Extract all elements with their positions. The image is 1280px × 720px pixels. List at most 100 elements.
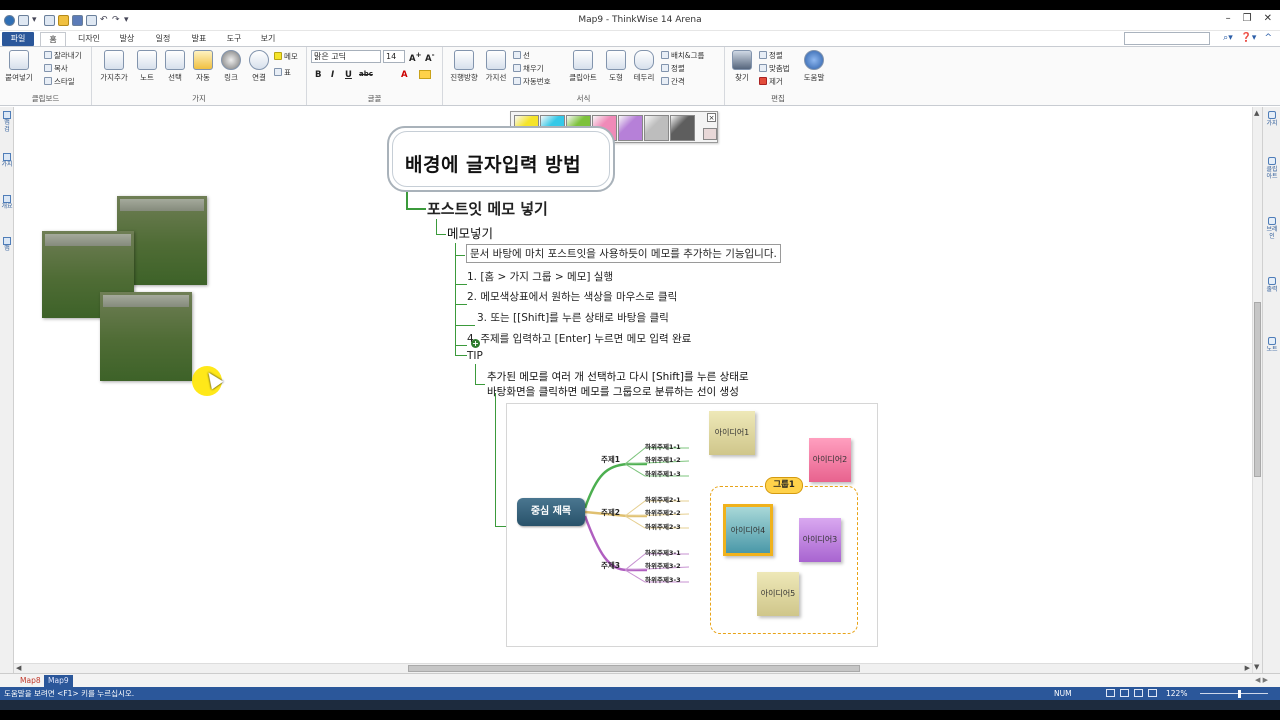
color-swatch-dark[interactable]	[670, 115, 695, 141]
expand-plus-icon[interactable]: +	[471, 339, 480, 348]
auto-number-button[interactable]: 자동번호	[513, 76, 551, 88]
grow-font-icon[interactable]: A+	[409, 50, 422, 64]
palette-close-button[interactable]: ×	[707, 113, 716, 122]
help-button[interactable]: 도움말	[799, 50, 829, 83]
subtopic-step1[interactable]: 1. [홈 > 가지 그룹 > 메모] 실행	[467, 269, 613, 284]
restore-icon[interactable]: ❐	[1243, 13, 1252, 24]
spelling-button[interactable]: 맞춤법	[759, 63, 790, 75]
highlight-icon[interactable]	[419, 70, 431, 79]
select-button[interactable]: 선택	[160, 50, 190, 83]
right-panel-item-output[interactable]: 출력	[1266, 277, 1278, 293]
subtopic-step4[interactable]: 4. 주제를 입력하고 [Enter] 누르면 메모 입력 완료	[467, 331, 691, 346]
table-button[interactable]: 표	[274, 67, 291, 79]
note-button[interactable]: 노트	[132, 50, 162, 83]
tip-text-line1[interactable]: 추가된 메모를 여러 개 선택하고 다시 [Shift]를 누른 상태로	[487, 369, 749, 384]
remove-button[interactable]: 제거	[759, 76, 783, 88]
topic-add-memo[interactable]: 메모넣기	[447, 223, 493, 242]
tab-view[interactable]: 보기	[254, 32, 282, 46]
subtopic-step3[interactable]: 3. 또는 [[Shift]를 누른 상태로 바탕을 클릭	[477, 310, 669, 325]
memo-button[interactable]: 메모	[274, 51, 298, 63]
tab-ideation[interactable]: 발상	[112, 32, 142, 46]
zoom-slider[interactable]	[1200, 693, 1268, 694]
scroll-right-arrow-icon[interactable]: ▶	[1245, 664, 1250, 672]
close-icon[interactable]: ✕	[1264, 13, 1272, 24]
font-color-button[interactable]: A	[401, 70, 408, 80]
root-topic[interactable]: 배경에 글자입력 방법	[387, 126, 615, 192]
normal-view-icon[interactable]	[1120, 689, 1129, 697]
search-icon[interactable]: ⌕▾	[1223, 33, 1233, 43]
scroll-down-arrow-icon[interactable]: ▼	[1254, 663, 1259, 671]
copy-button[interactable]: 복사	[44, 63, 68, 75]
left-panel-item-map[interactable]: 맵 검	[1, 111, 13, 133]
scroll-up-arrow-icon[interactable]: ▲	[1254, 109, 1259, 117]
ribbon-search-input[interactable]	[1124, 32, 1210, 45]
underline-button[interactable]: U	[345, 70, 352, 80]
mindmap-canvas[interactable]: × 배경에 글자입력 방법 포스트잇 메모 넣기 메모넣기 문서 바탕에 마치 …	[14, 107, 1252, 667]
horizontal-scrollbar[interactable]: ◀ ▶	[14, 663, 1252, 673]
color-swatch-gray[interactable]	[644, 115, 669, 141]
spacing-button[interactable]: 간격	[661, 76, 685, 88]
add-branch-button[interactable]: 가지추가	[96, 50, 132, 83]
vertical-scroll-thumb[interactable]	[1254, 302, 1261, 477]
ribbon-collapse-icon[interactable]: ^	[1264, 33, 1272, 43]
outline-view-icon[interactable]	[1134, 689, 1143, 697]
vertical-scrollbar[interactable]: ▲ ▼	[1252, 107, 1262, 673]
tab-design[interactable]: 디자인	[72, 32, 106, 46]
line-button[interactable]: 선	[513, 50, 530, 62]
tab-presentation[interactable]: 발표	[184, 32, 214, 46]
border-button[interactable]: 테두리	[629, 50, 659, 83]
zoom-slider-thumb[interactable]	[1238, 690, 1241, 698]
shrink-font-icon[interactable]: A-	[425, 50, 435, 64]
direction-button[interactable]: 진행방향	[447, 50, 481, 83]
style-button[interactable]: 스타일	[44, 76, 75, 88]
scroll-left-arrow-icon[interactable]: ◀	[16, 664, 21, 672]
sheet-tab-map8[interactable]: Map8	[16, 675, 45, 687]
right-panel-item-clipart[interactable]: 클립아트	[1266, 157, 1278, 180]
find-button[interactable]: 찾기	[727, 50, 757, 83]
connect-button[interactable]: 연결	[244, 50, 274, 83]
palette-settings-icon[interactable]	[703, 128, 717, 140]
help-icon[interactable]: ❓▾	[1241, 33, 1257, 43]
tab-file[interactable]: 파일	[2, 32, 34, 46]
bold-button[interactable]: B	[315, 70, 321, 80]
font-name-combo[interactable]: 맑은 고딕	[311, 50, 381, 63]
topic-postit-memo[interactable]: 포스트잇 메모 넣기	[427, 198, 548, 219]
auto-button[interactable]: 자동	[188, 50, 218, 83]
presentation-view-icon[interactable]	[1148, 689, 1157, 697]
cut-button[interactable]: 잘라내기	[44, 50, 82, 62]
minimize-icon[interactable]: –	[1226, 13, 1231, 24]
subtopic-description[interactable]: 문서 바탕에 마치 포스트잇을 사용하듯이 메모를 추가하는 기능입니다.	[466, 244, 781, 263]
clipart-button[interactable]: 클립아트	[565, 50, 601, 83]
postit-note[interactable]	[100, 292, 192, 381]
align-button[interactable]: 정렬	[661, 63, 685, 75]
paste-button[interactable]: 붙여넣기	[4, 50, 34, 83]
sheet-tab-map9[interactable]: Map9	[44, 675, 73, 687]
add-branch-label: 가지추가	[100, 73, 128, 82]
color-swatch-purple[interactable]	[618, 115, 643, 141]
link-button[interactable]: 링크	[216, 50, 246, 83]
sheet-nav-arrows-icon[interactable]: ◀ ▶	[1255, 676, 1268, 684]
arrange-group-button[interactable]: 배치&그룹	[661, 50, 704, 62]
right-panel-item-note[interactable]: 노트	[1266, 337, 1278, 353]
left-panel-item-map2[interactable]: 맵	[1, 237, 13, 252]
italic-button[interactable]: I	[331, 70, 334, 80]
tab-schedule[interactable]: 일정	[148, 32, 178, 46]
strikethrough-button[interactable]: abc	[359, 70, 373, 78]
zoom-fit-icon[interactable]	[1106, 689, 1115, 697]
branch-line-button[interactable]: 가지선	[481, 50, 511, 83]
subtopic-step2[interactable]: 2. 메모색상표에서 원하는 색상을 마우스로 클릭	[467, 289, 677, 304]
right-panel-item-branch[interactable]: 가지	[1266, 111, 1278, 127]
right-panel-item-brain[interactable]: 브레인	[1266, 217, 1278, 240]
tab-tools[interactable]: 도구	[220, 32, 248, 46]
subtopic-tip[interactable]: TIP	[467, 350, 483, 362]
shape-button[interactable]: 도형	[601, 50, 631, 83]
left-panel-item-outline[interactable]: 개요	[1, 195, 13, 210]
example-mindmap-image[interactable]: 중심 제목 주제1 주제2 주제3 하위주제1-1 하위주제1-2 하위주제1-…	[506, 403, 878, 647]
tip-text-line2[interactable]: 바탕화면을 클릭하면 메모를 그룹으로 분류하는 선이 생성	[487, 384, 739, 399]
horizontal-scroll-thumb[interactable]	[408, 665, 860, 672]
font-size-combo[interactable]: 14	[383, 50, 405, 63]
sort-button[interactable]: 정렬	[759, 50, 783, 62]
left-panel-item-branch[interactable]: 가지	[1, 153, 13, 168]
fill-button[interactable]: 채우기	[513, 63, 544, 75]
tab-home[interactable]: 홈	[40, 32, 66, 46]
